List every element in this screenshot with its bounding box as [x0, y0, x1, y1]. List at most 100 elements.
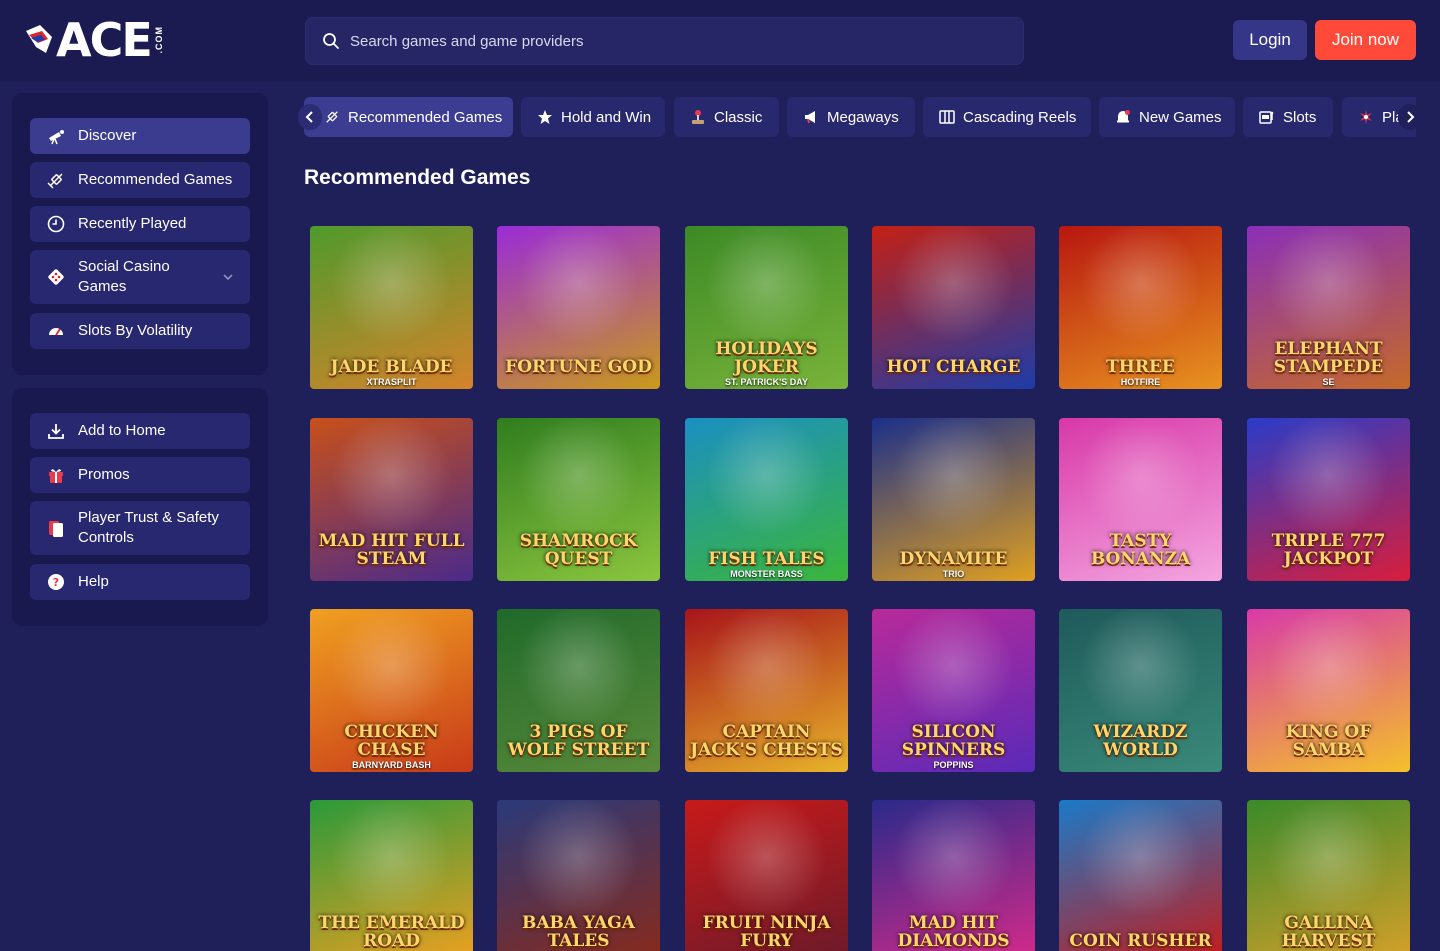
game-subtitle: POPPINS [933, 760, 974, 770]
brand-name: ACE [56, 13, 153, 67]
tabs-scroll-left-button[interactable] [298, 104, 322, 130]
tab-megaways[interactable]: Megaways [787, 97, 915, 137]
tab-label: Hold and Win [561, 108, 652, 126]
sidebar-item-slots-by-volatility[interactable]: Slots By Volatility [30, 313, 250, 349]
sidebar-item-label: Discover [78, 127, 137, 144]
game-subtitle: TRIO [942, 569, 965, 579]
category-tabs: Recommended Games Hold and Win Classic M… [304, 96, 1416, 138]
help-icon: ? [46, 572, 66, 592]
game-tile[interactable]: Shamrock Quest [497, 418, 660, 581]
cards-icon [46, 518, 66, 538]
chevron-down-icon[interactable] [222, 271, 234, 283]
search-icon [323, 33, 339, 49]
sidebar-item-label: Slots By Volatility [78, 322, 193, 339]
game-title: Gallina Harvest [1281, 913, 1376, 951]
star-icon [537, 109, 553, 125]
game-title: Dynamite [899, 549, 1008, 570]
sidebar-item-label: Add to Home [78, 422, 166, 439]
game-title: Triple 777 Jackpot [1271, 531, 1386, 570]
game-tile[interactable]: Fish Tales MONSTER BASS [685, 418, 848, 581]
sidebar-primary-panel: Discover Recommended Games Recently Play… [12, 93, 268, 375]
game-tile[interactable]: Chicken Chase BARNYARD BASH [310, 609, 473, 772]
gauge-icon [46, 321, 66, 341]
satellite-icon [46, 170, 66, 190]
game-tile[interactable]: King of Samba [1247, 609, 1410, 772]
download-icon [46, 421, 66, 441]
game-title: Fortune God [505, 357, 652, 378]
game-title: Baba Yaga Tales [522, 913, 635, 951]
game-subtitle: ST. PATRICK'S DAY [725, 377, 808, 387]
game-title: Fish Tales [708, 549, 825, 570]
game-tile[interactable]: Holidays Joker ST. PATRICK'S DAY [685, 226, 848, 389]
game-title: Captain Jack's Chests [690, 722, 843, 761]
game-title: Shamrock Quest [519, 531, 638, 570]
tab-label: Recommended Games [348, 108, 503, 126]
game-tile[interactable]: Elephant Stampede SE [1247, 226, 1410, 389]
sidebar-item-help[interactable]: ? Help [30, 564, 250, 600]
game-subtitle: HOTFIRE [1120, 377, 1161, 387]
game-tile[interactable]: Jade Blade XTRASPLIT [310, 226, 473, 389]
game-title: Tasty Bonanza [1090, 531, 1191, 570]
game-tile[interactable]: Coin RusherHOLD AND WIN [1059, 800, 1222, 951]
sidebar-item-recommended-games[interactable]: Recommended Games [30, 162, 250, 198]
sidebar-item-social-casino-games[interactable]: Social Casino Games [30, 250, 250, 304]
tab-classic[interactable]: Classic [674, 97, 779, 137]
search-bar[interactable] [305, 17, 1024, 65]
tabs-scroll-right-button[interactable] [1398, 104, 1422, 130]
clock-icon [46, 214, 66, 234]
tab-hold-and-win[interactable]: Hold and Win [521, 97, 665, 137]
sidebar-item-add-to-home[interactable]: Add to Home [30, 413, 250, 449]
ace-logo[interactable]: ACE .COM [24, 16, 164, 64]
sidebar-item-label: Social Casino Games [78, 258, 170, 295]
game-tile[interactable]: Silicon Spinners POPPINS [872, 609, 1035, 772]
game-tile[interactable]: Three HOTFIRE [1059, 226, 1222, 389]
game-title: Chicken Chase [344, 722, 439, 761]
tab-cascading-reels[interactable]: Cascading Reels [923, 97, 1091, 137]
telescope-icon [46, 126, 66, 146]
game-title: The Emerald Road [318, 913, 465, 951]
login-button[interactable]: Login [1233, 20, 1307, 60]
game-title: Fruit Ninja Fury [702, 913, 831, 951]
tab-recommended-games[interactable]: Recommended Games [304, 97, 513, 137]
satellite-icon [324, 109, 340, 125]
bell-icon [1115, 109, 1131, 125]
tab-new-games[interactable]: New Games [1099, 97, 1235, 137]
game-tile[interactable]: The Emerald Road [310, 800, 473, 951]
game-tile[interactable]: Dynamite TRIO [872, 418, 1035, 581]
sidebar-secondary-panel: Add to Home Promos Player Trust & Safety… [12, 388, 268, 626]
sidebar-item-player-trust-safety[interactable]: Player Trust & Safety Controls [30, 501, 250, 555]
sparkle-icon [1358, 109, 1374, 125]
tab-slots[interactable]: Slots [1243, 97, 1333, 137]
game-subtitle: BARNYARD BASH [352, 760, 431, 770]
chevron-left-icon [305, 111, 313, 123]
game-title: Jade Blade [330, 357, 453, 378]
top-header: ACE .COM Login Join now [0, 0, 1440, 82]
game-tile[interactable]: Hot Charge [872, 226, 1035, 389]
game-tile[interactable]: Wizardz World [1059, 609, 1222, 772]
game-tile[interactable]: Mad Hit Diamonds [872, 800, 1035, 951]
join-now-button[interactable]: Join now [1315, 20, 1416, 60]
sidebar-item-promos[interactable]: Promos [30, 457, 250, 493]
game-tile[interactable]: Baba Yaga Tales [497, 800, 660, 951]
sidebar-item-label: Promos [78, 466, 130, 483]
game-tile[interactable]: Tasty Bonanza [1059, 418, 1222, 581]
game-tile[interactable]: Gallina HarvestHOLD AND WIN [1247, 800, 1410, 951]
game-title: 3 Pigs of Wolf Street [507, 722, 650, 761]
tab-label: Cascading Reels [963, 108, 1077, 126]
game-tile[interactable]: 3 Pigs of Wolf Street [497, 609, 660, 772]
brand-suffix: .COM [153, 26, 164, 54]
sidebar-item-discover[interactable]: Discover [30, 118, 250, 154]
game-title: Coin Rusher [1069, 931, 1212, 951]
section-title: Recommended Games [304, 166, 531, 189]
game-tile[interactable]: Triple 777 Jackpot [1247, 418, 1410, 581]
game-tile[interactable]: Fruit Ninja Fury [685, 800, 848, 951]
sidebar-item-label: Recommended Games [78, 171, 233, 188]
sidebar-item-recently-played[interactable]: Recently Played [30, 206, 250, 242]
game-tile[interactable]: Mad Hit Full Steam [310, 418, 473, 581]
game-title: Holidays Joker [715, 339, 818, 378]
joystick-icon [690, 109, 706, 125]
game-tile[interactable]: Fortune God [497, 226, 660, 389]
search-input[interactable] [350, 32, 950, 50]
game-title: King of Samba [1285, 722, 1372, 761]
game-tile[interactable]: Captain Jack's Chests [685, 609, 848, 772]
